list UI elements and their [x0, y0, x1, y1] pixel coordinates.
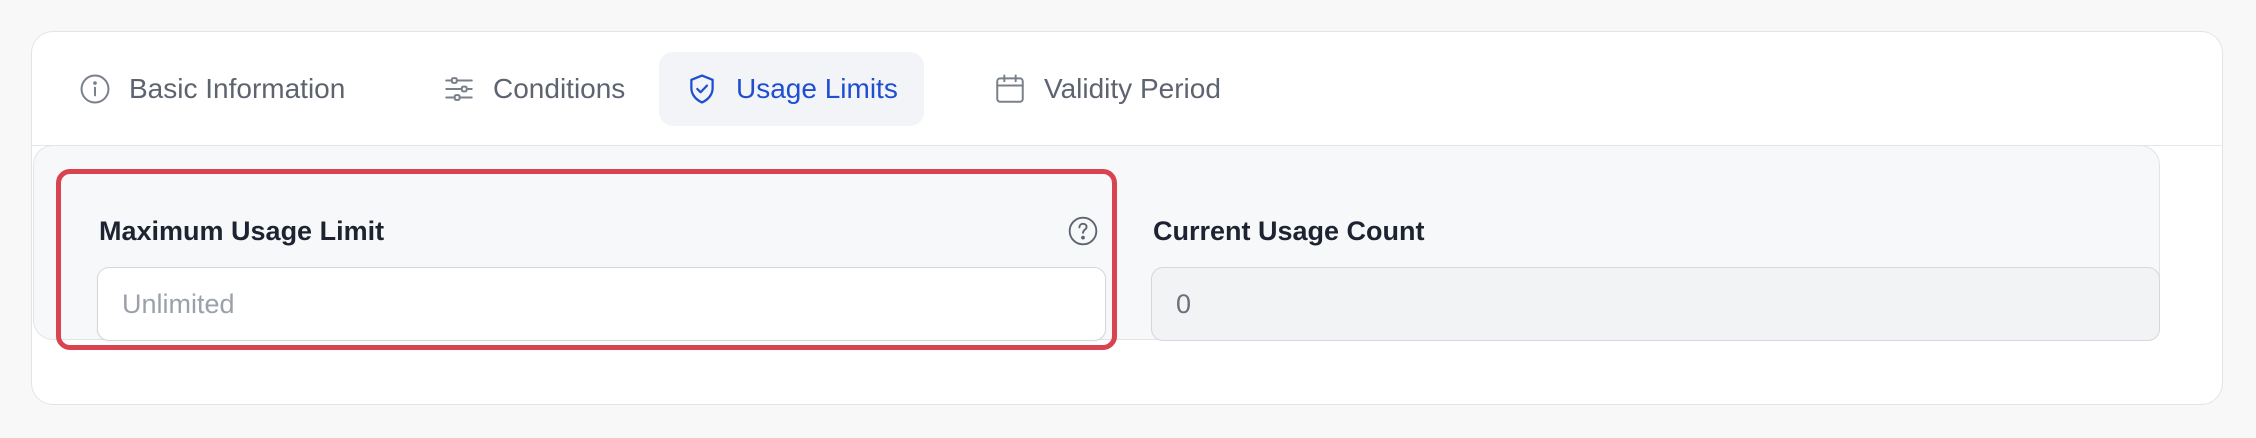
tab-label: Basic Information: [129, 73, 346, 104]
tab-basic-information[interactable]: Basic Information: [52, 52, 371, 126]
tab-bar: Basic Information Conditions Usage Limit…: [32, 32, 2222, 146]
info-circle-icon: [78, 72, 112, 106]
shield-check-icon: [685, 72, 719, 106]
max-usage-label: Maximum Usage Limit: [99, 216, 385, 246]
current-usage-field: [1151, 267, 2160, 341]
max-usage-input[interactable]: [97, 267, 1106, 341]
current-usage-label: Current Usage Count: [1153, 216, 1425, 246]
tab-validity-period[interactable]: Validity Period: [967, 52, 1247, 126]
tab-label: Usage Limits: [736, 73, 898, 104]
tab-usage-limits[interactable]: Usage Limits: [659, 52, 924, 126]
tab-conditions[interactable]: Conditions: [416, 52, 651, 126]
question-circle-icon[interactable]: [1067, 215, 1099, 247]
tab-label: Validity Period: [1044, 73, 1221, 104]
tab-label: Conditions: [493, 73, 626, 104]
calendar-icon: [993, 72, 1027, 106]
sliders-icon: [442, 72, 476, 106]
